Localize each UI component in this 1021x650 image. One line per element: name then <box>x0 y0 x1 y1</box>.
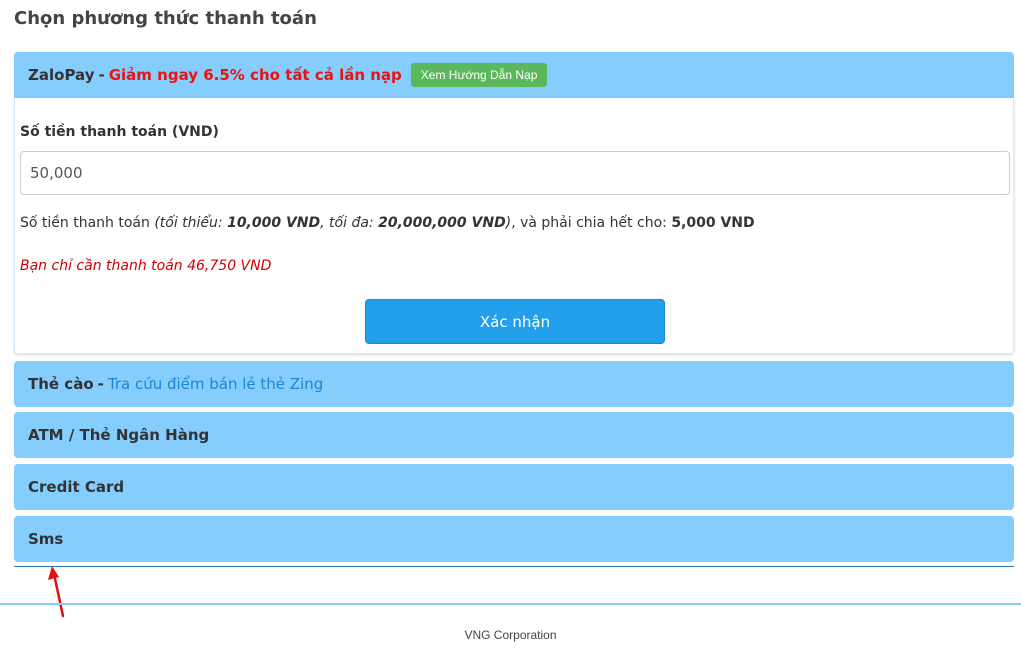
atm-label: ATM / Thẻ Ngân Hàng <box>28 426 210 444</box>
hint-divisor-value: 5,000 VND <box>671 215 755 231</box>
retail-lookup-link[interactable]: Tra cứu điểm bán lẻ thẻ Zing <box>108 375 323 393</box>
the-cao-separator: - <box>97 375 104 393</box>
pay-notice: Bạn chỉ cần thanh toán 46,750 VND <box>20 258 272 274</box>
footer-text: VNG Corporation <box>464 628 557 642</box>
hint-divisible-text: , và phải chia hết cho: <box>511 215 672 231</box>
hint-max-label: , tối đa: <box>320 215 379 231</box>
footer-divider <box>0 603 1021 605</box>
hint-prefix: Số tiền thanh toán <box>20 215 155 231</box>
panel-header-atm[interactable]: ATM / Thẻ Ngân Hàng <box>14 412 1014 458</box>
panel-header-sms[interactable]: Sms <box>14 516 1014 562</box>
confirm-button[interactable]: Xác nhận <box>365 299 665 344</box>
panel-header-credit-card[interactable]: Credit Card <box>14 464 1014 510</box>
sms-label: Sms <box>28 530 64 548</box>
view-guide-button[interactable]: Xem Hướng Dẫn Nạp <box>410 63 548 87</box>
panel-header-zalopay[interactable]: ZaloPay - Giảm ngay 6.5% cho tất cả lần … <box>14 52 1014 98</box>
hint-min-label: (tối thiểu: <box>154 215 228 231</box>
zalopay-panel-body: Số tiền thanh toán (VND) Số tiền thanh t… <box>14 98 1014 354</box>
the-cao-label: Thẻ cào <box>28 375 94 393</box>
page-title: Chọn phương thức thanh toán <box>14 8 317 29</box>
red-arrow-annotation <box>48 566 65 618</box>
amount-label: Số tiền thanh toán (VND) <box>20 124 219 140</box>
credit-card-label: Credit Card <box>28 478 125 496</box>
zalopay-separator: - <box>98 66 105 84</box>
hint-min-value: 10,000 VND <box>227 215 321 231</box>
panel-group-bottom-rule <box>14 566 1014 567</box>
amount-input[interactable] <box>20 151 1010 195</box>
amount-hint: Số tiền thanh toán (tối thiểu: 10,000 VN… <box>20 215 755 231</box>
zalopay-promo-text: Giảm ngay 6.5% cho tất cả lần nạp <box>108 66 402 84</box>
hint-range: (tối thiểu: 10,000 VND, tối đa: 20,000,0… <box>154 215 511 231</box>
panel-header-the-cao[interactable]: Thẻ cào - Tra cứu điểm bán lẻ thẻ Zing <box>14 361 1014 407</box>
hint-max-value: 20,000,000 VND <box>378 215 506 231</box>
zalopay-label: ZaloPay <box>28 66 95 84</box>
